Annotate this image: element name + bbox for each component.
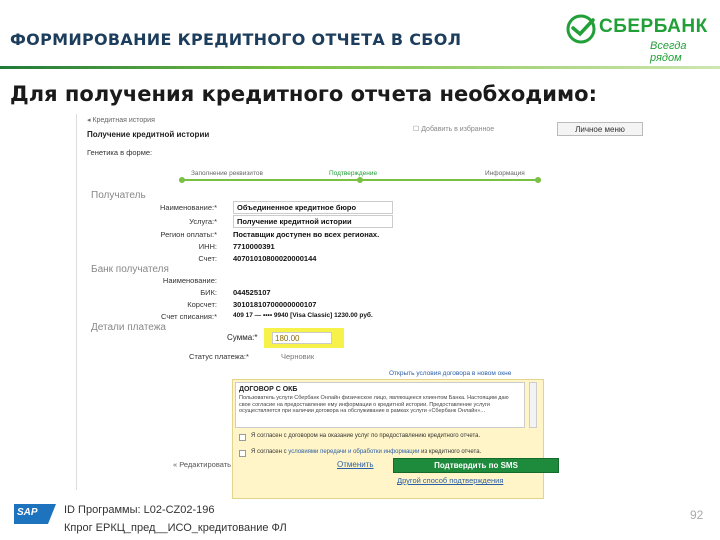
progress-steps: Заполнение реквизитов Подтверждение Инфо… [179, 170, 541, 184]
step-dot [535, 177, 541, 183]
field-value: 40701010800020000144 [233, 254, 317, 263]
step-dot [357, 177, 363, 183]
field-value: Объединенное кредитное бюро [237, 203, 357, 212]
page-number: 92 [690, 508, 704, 522]
agree-contract-label: Я согласен с договором на оказание услуг… [251, 433, 481, 439]
contract-textarea[interactable]: ДОГОВОР С ОКБ Пользователь услуги Сберба… [235, 382, 525, 428]
field-value: 30101810700000000107 [233, 300, 317, 309]
amount-input[interactable]: 180.00 [272, 332, 332, 344]
step-dot [179, 177, 185, 183]
field-label: Счет: [198, 254, 217, 263]
field-value: Поставщик доступен во всех регионах. [233, 230, 380, 239]
cancel-link[interactable]: Отменить [337, 460, 374, 469]
amount-label: Сумма:* [227, 333, 258, 342]
logo-name: СБЕРБАНК [599, 16, 708, 37]
amount-highlight: 180.00 [264, 328, 344, 348]
field-label: Корсчет: [187, 300, 217, 309]
contract-scrollbar[interactable] [529, 382, 537, 428]
contract-title: ДОГОВОР С ОКБ [239, 386, 298, 393]
field-value: 044525107 [233, 288, 271, 297]
add-to-favorites-link[interactable]: ☐ Добавить в избранное [413, 125, 494, 133]
header-divider [0, 66, 720, 69]
field-value: 7710000391 [233, 242, 275, 251]
program-id: ID Программы: L02-CZ02-196 [64, 504, 215, 516]
template-label: Генетика в форме: [87, 148, 153, 157]
field-label: Счет списания:* [161, 312, 217, 321]
confirm-sms-button[interactable]: Подтвердить по SMS [393, 458, 559, 473]
recipient-section-title: Получатель [91, 190, 146, 201]
sberbank-emblem-icon [566, 14, 596, 44]
field-label: Регион оплаты:* [160, 230, 217, 239]
processing-terms-link[interactable]: условиями передачи и обработки информаци… [288, 449, 419, 455]
field-label: Услуга:* [189, 217, 217, 226]
step-1-label: Заполнение реквизитов [191, 170, 263, 177]
status-value: Черновик [281, 352, 315, 361]
debit-account-select[interactable]: 409 17 — •••• 9940 [Visa Classic] 1230.0… [233, 312, 373, 319]
field-label: БИК: [200, 288, 217, 297]
field-label: Наименование: [162, 276, 217, 285]
breadcrumb[interactable]: ◂ Кредитная история [87, 116, 155, 124]
program-path: Кпрог ЕРКЦ_пред__ИСО_кредитование ФЛ [64, 522, 287, 534]
bank-section-title: Банк получателя [91, 264, 169, 275]
field-value: Получение кредитной истории [237, 217, 352, 226]
edit-back-link[interactable]: « Редактировать [173, 460, 231, 469]
agree-contract-checkbox[interactable] [239, 434, 246, 441]
field-label: Наименование:* [160, 203, 217, 212]
sap-logo: SAP [14, 504, 56, 524]
sberbank-logo: СБЕРБАНК Всегда рядом [566, 10, 714, 64]
step-3-label: Информация [485, 170, 525, 177]
slide-title: ФОРМИРОВАНИЕ КРЕДИТНОГО ОТЧЕТА В СБОЛ [10, 30, 462, 49]
logo-tagline: Всегда рядом [650, 40, 687, 64]
page-title: Получение кредитной истории [87, 130, 210, 139]
status-label: Статус платежа:* [189, 352, 249, 361]
contract-text: Пользователь услуги Сбербанк Онлайн физи… [239, 395, 509, 414]
other-confirm-link[interactable]: Другой способ подтверждения [397, 476, 503, 485]
field-label: ИНН: [198, 242, 217, 251]
personal-menu-button[interactable]: Личное меню [557, 122, 643, 136]
agree-processing-label: Я согласен с условиями передачи и обрабо… [251, 449, 482, 455]
slide-subheading: Для получения кредитного отчета необходи… [10, 82, 597, 106]
sbol-payment-form: ◂ Кредитная история ☐ Добавить в избранн… [76, 114, 646, 499]
agree-processing-checkbox[interactable] [239, 450, 246, 457]
step-2-label: Подтверждение [329, 170, 378, 177]
open-terms-link[interactable]: Открыть условия договора в новом окне [389, 370, 511, 377]
payment-section-title: Детали платежа [91, 322, 166, 333]
